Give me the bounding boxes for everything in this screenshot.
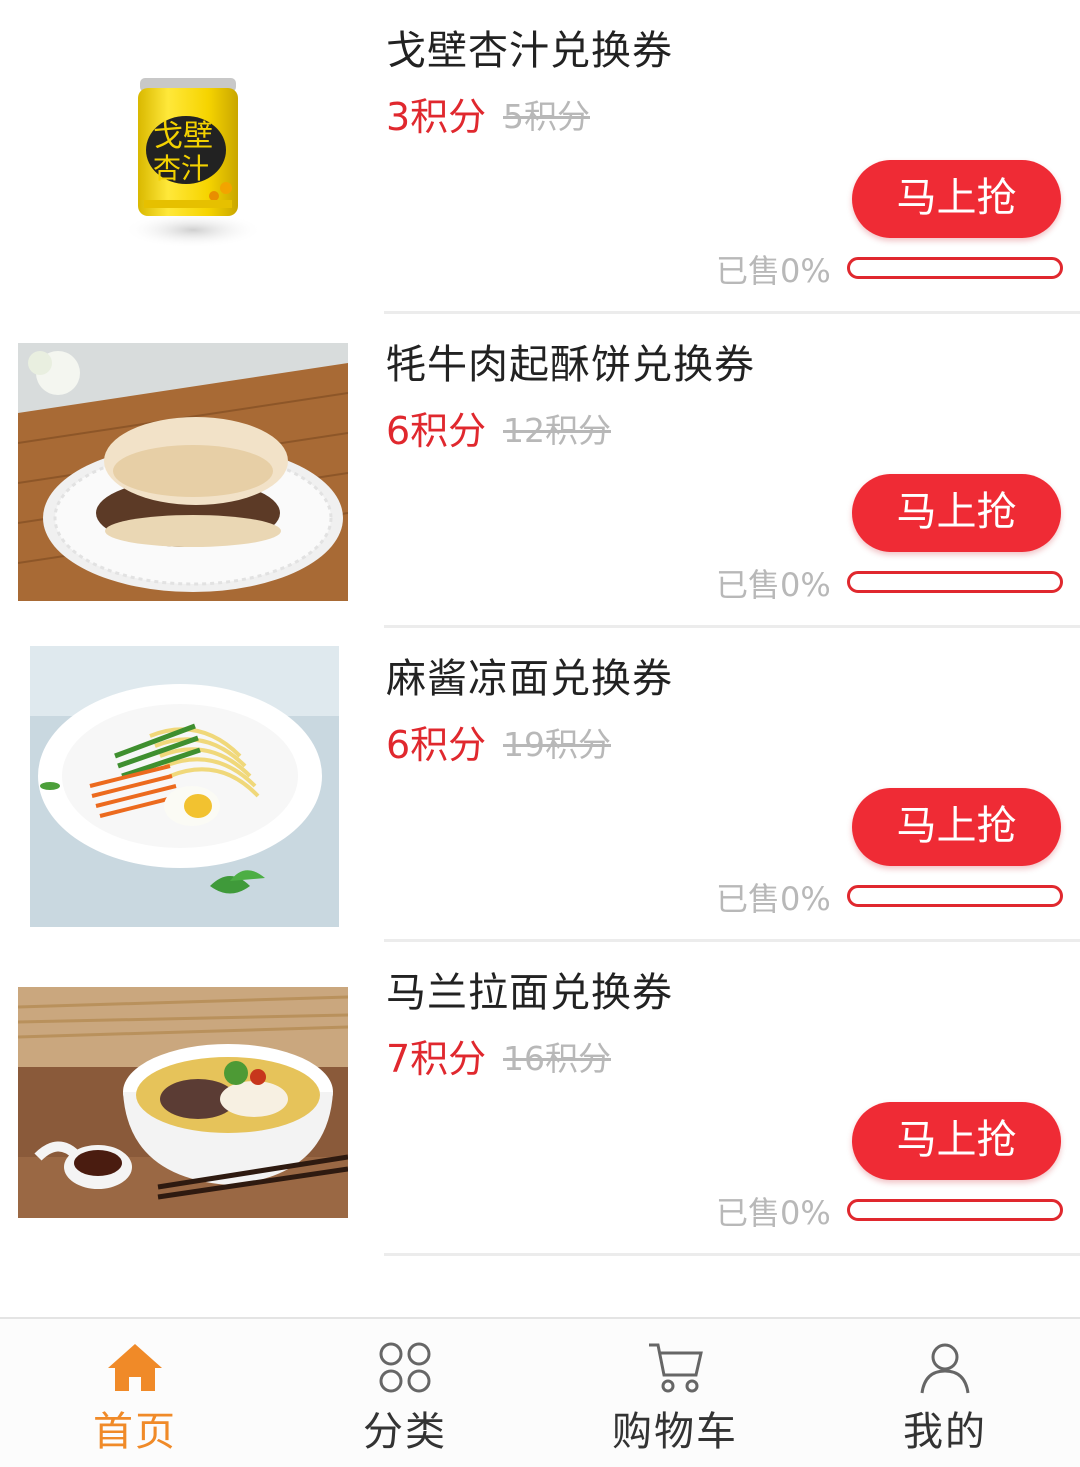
product-image-lanzhou-noodles[interactable] [18, 987, 348, 1218]
product-item[interactable]: 戈壁 杏汁 戈壁杏汁兑换券 3积分 5积分 马上抢 已售0% [0, 0, 1080, 314]
user-icon [917, 1341, 973, 1399]
product-price: 6积分 [386, 409, 487, 453]
bottom-nav: 首页 分类 购物车 我的 [0, 1317, 1080, 1467]
sold-progress-bar [847, 571, 1063, 593]
nav-cart-label: 购物车 [612, 1409, 738, 1455]
original-price: 16积分 [503, 1039, 611, 1078]
nav-home-label: 首页 [93, 1409, 177, 1455]
sold-percentage: 已售0% [716, 566, 831, 604]
product-item[interactable]: 马兰拉面兑换券 7积分 16积分 马上抢 已售0% [0, 942, 1080, 1256]
nav-category-label: 分类 [363, 1409, 447, 1455]
sold-percentage: 已售0% [716, 252, 831, 290]
svg-text:戈壁: 戈壁 [153, 119, 213, 154]
home-icon [105, 1341, 165, 1397]
product-item[interactable]: 麻酱凉面兑换券 6积分 19积分 马上抢 已售0% [0, 628, 1080, 942]
product-image-apricot-juice[interactable]: 戈壁 杏汁 [18, 50, 348, 270]
buy-now-button[interactable]: 马上抢 [852, 1102, 1061, 1180]
product-price: 6积分 [386, 723, 487, 767]
sold-progress-bar [847, 1199, 1063, 1221]
sold-percentage: 已售0% [716, 880, 831, 918]
product-image-yak-pastry[interactable] [18, 343, 348, 601]
nav-cart[interactable]: 购物车 [540, 1319, 810, 1467]
product-title: 马兰拉面兑换券 [386, 970, 673, 1016]
original-price: 5积分 [503, 97, 590, 136]
product-title: 牦牛肉起酥饼兑换券 [386, 342, 755, 388]
nav-category[interactable]: 分类 [270, 1319, 540, 1467]
buy-now-button[interactable]: 马上抢 [852, 160, 1061, 238]
original-price: 19积分 [503, 725, 611, 764]
buy-now-button[interactable]: 马上抢 [852, 788, 1061, 866]
category-icon [377, 1341, 433, 1399]
svg-text:杏汁: 杏汁 [153, 152, 209, 185]
product-image-sesame-noodles[interactable] [30, 646, 339, 927]
buy-now-button[interactable]: 马上抢 [852, 474, 1061, 552]
item-divider [384, 1253, 1080, 1256]
product-item[interactable]: 牦牛肉起酥饼兑换券 6积分 12积分 马上抢 已售0% [0, 314, 1080, 628]
product-title: 戈壁杏汁兑换券 [386, 28, 673, 74]
sold-progress-bar [847, 257, 1063, 279]
cart-icon [646, 1341, 704, 1399]
nav-mine-label: 我的 [903, 1409, 987, 1455]
sold-percentage: 已售0% [716, 1194, 831, 1232]
product-price: 7积分 [386, 1037, 487, 1081]
original-price: 12积分 [503, 411, 611, 450]
sold-progress-bar [847, 885, 1063, 907]
product-title: 麻酱凉面兑换券 [386, 656, 673, 702]
nav-mine[interactable]: 我的 [810, 1319, 1080, 1467]
product-price: 3积分 [386, 95, 487, 139]
nav-home[interactable]: 首页 [0, 1319, 270, 1467]
